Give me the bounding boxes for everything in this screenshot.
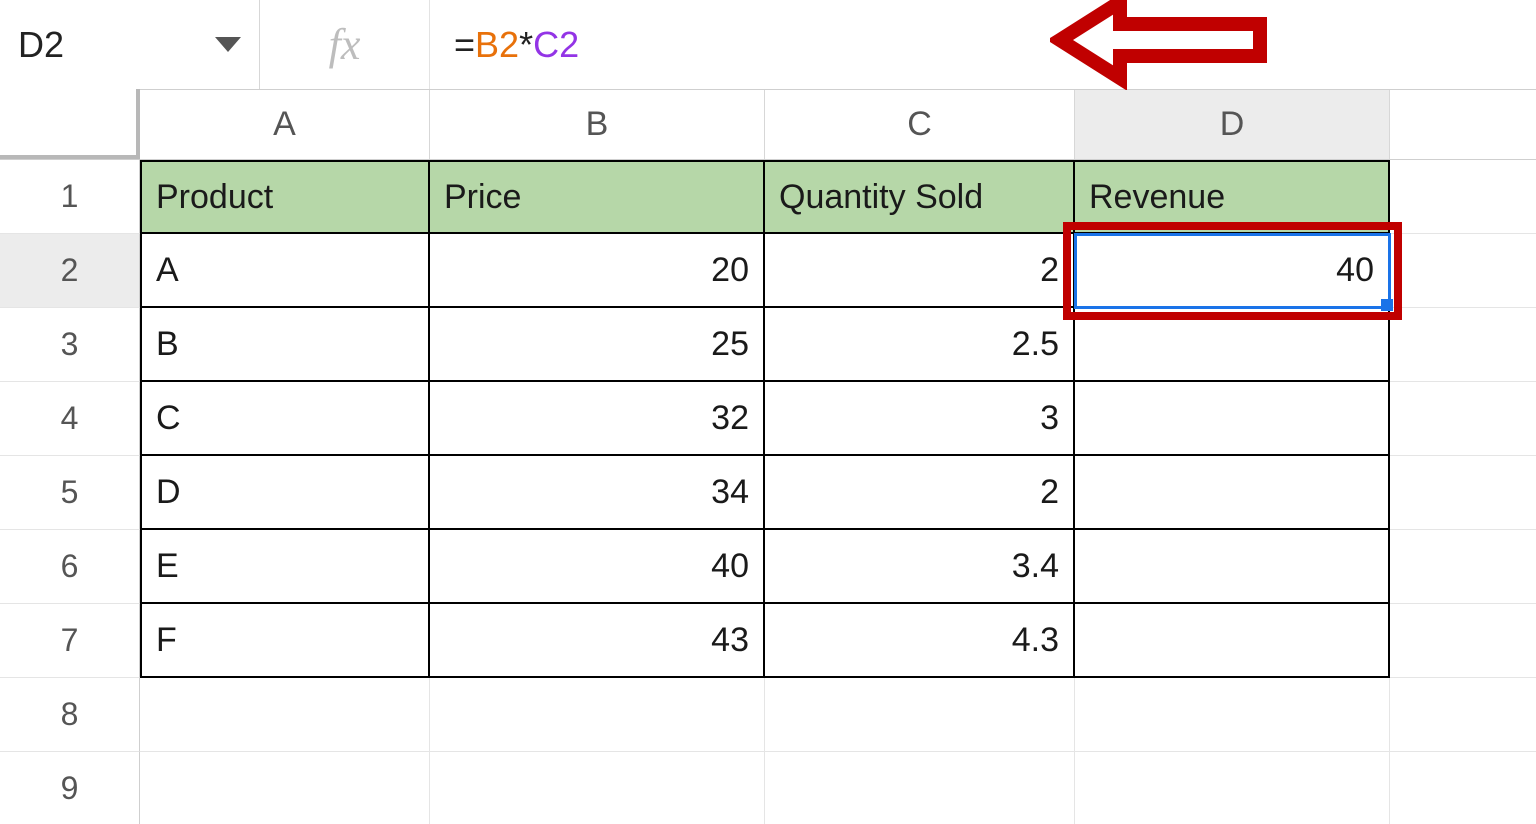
col-header-C[interactable]: C [765,90,1075,159]
cell-D5[interactable] [1075,456,1390,530]
row-header-4[interactable]: 4 [0,382,140,456]
column-headers: A B C D [0,90,1536,160]
spreadsheet-grid: A B C D 1 Product Price Quantity Sold Re… [0,90,1536,824]
row-2: 2 A 20 2 40 [0,234,1536,308]
select-all-corner[interactable] [0,89,140,159]
formula-op: * [519,24,533,66]
cell-A1[interactable]: Product [140,160,430,234]
cell-B2[interactable]: 20 [430,234,765,308]
cell-B3[interactable]: 25 [430,308,765,382]
cell-D3[interactable] [1075,308,1390,382]
cell-D8[interactable] [1075,678,1390,752]
cell-E1[interactable] [1390,160,1536,234]
annotation-arrow-icon [1050,0,1270,99]
formula-bar: D2 fx = B2 * C2 [0,0,1536,90]
cell-A8[interactable] [140,678,430,752]
cell-C8[interactable] [765,678,1075,752]
fx-label: fx [329,19,361,70]
row-8: 8 [0,678,1536,752]
cell-E7[interactable] [1390,604,1536,678]
name-box-dropdown-icon[interactable] [215,37,241,53]
cell-A4[interactable]: C [140,382,430,456]
cell-A6[interactable]: E [140,530,430,604]
name-box[interactable]: D2 [0,0,260,89]
col-header-empty [1390,90,1536,159]
cell-D1[interactable]: Revenue [1075,160,1390,234]
cell-C7[interactable]: 4.3 [765,604,1075,678]
cell-B8[interactable] [430,678,765,752]
formula-ref2: C2 [533,24,579,66]
cell-E5[interactable] [1390,456,1536,530]
cell-B7[interactable]: 43 [430,604,765,678]
cell-E2[interactable] [1390,234,1536,308]
fx-icon[interactable]: fx [260,0,430,89]
cell-C4[interactable]: 3 [765,382,1075,456]
cell-A2[interactable]: A [140,234,430,308]
cell-A3[interactable]: B [140,308,430,382]
col-header-B[interactable]: B [430,90,765,159]
formula-ref1: B2 [475,24,519,66]
row-header-5[interactable]: 5 [0,456,140,530]
row-header-7[interactable]: 7 [0,604,140,678]
row-header-1[interactable]: 1 [0,160,140,234]
cell-C6[interactable]: 3.4 [765,530,1075,604]
row-header-3[interactable]: 3 [0,308,140,382]
cell-B9[interactable] [430,752,765,824]
cell-E8[interactable] [1390,678,1536,752]
cell-D9[interactable] [1075,752,1390,824]
cell-C1[interactable]: Quantity Sold [765,160,1075,234]
cell-A9[interactable] [140,752,430,824]
cell-B5[interactable]: 34 [430,456,765,530]
row-5: 5 D 34 2 [0,456,1536,530]
cell-B4[interactable]: 32 [430,382,765,456]
cell-A7[interactable]: F [140,604,430,678]
formula-eq: = [454,24,475,66]
cell-D6[interactable] [1075,530,1390,604]
row-9: 9 [0,752,1536,824]
formula-input[interactable]: = B2 * C2 [430,0,1536,89]
cell-C9[interactable] [765,752,1075,824]
row-3: 3 B 25 2.5 [0,308,1536,382]
row-4: 4 C 32 3 [0,382,1536,456]
row-6: 6 E 40 3.4 [0,530,1536,604]
cell-D2[interactable]: 40 [1075,234,1390,308]
cell-E3[interactable] [1390,308,1536,382]
cell-A5[interactable]: D [140,456,430,530]
row-header-9[interactable]: 9 [0,752,140,824]
row-7: 7 F 43 4.3 [0,604,1536,678]
cell-E9[interactable] [1390,752,1536,824]
col-header-D[interactable]: D [1075,90,1390,159]
cell-E6[interactable] [1390,530,1536,604]
cell-C3[interactable]: 2.5 [765,308,1075,382]
col-header-A[interactable]: A [140,90,430,159]
row-header-2[interactable]: 2 [0,234,140,308]
cell-D4[interactable] [1075,382,1390,456]
row-header-6[interactable]: 6 [0,530,140,604]
name-box-value: D2 [18,24,64,66]
row-header-8[interactable]: 8 [0,678,140,752]
cell-D7[interactable] [1075,604,1390,678]
cell-B6[interactable]: 40 [430,530,765,604]
cell-E4[interactable] [1390,382,1536,456]
cell-B1[interactable]: Price [430,160,765,234]
cell-C2[interactable]: 2 [765,234,1075,308]
row-1: 1 Product Price Quantity Sold Revenue [0,160,1536,234]
cell-C5[interactable]: 2 [765,456,1075,530]
